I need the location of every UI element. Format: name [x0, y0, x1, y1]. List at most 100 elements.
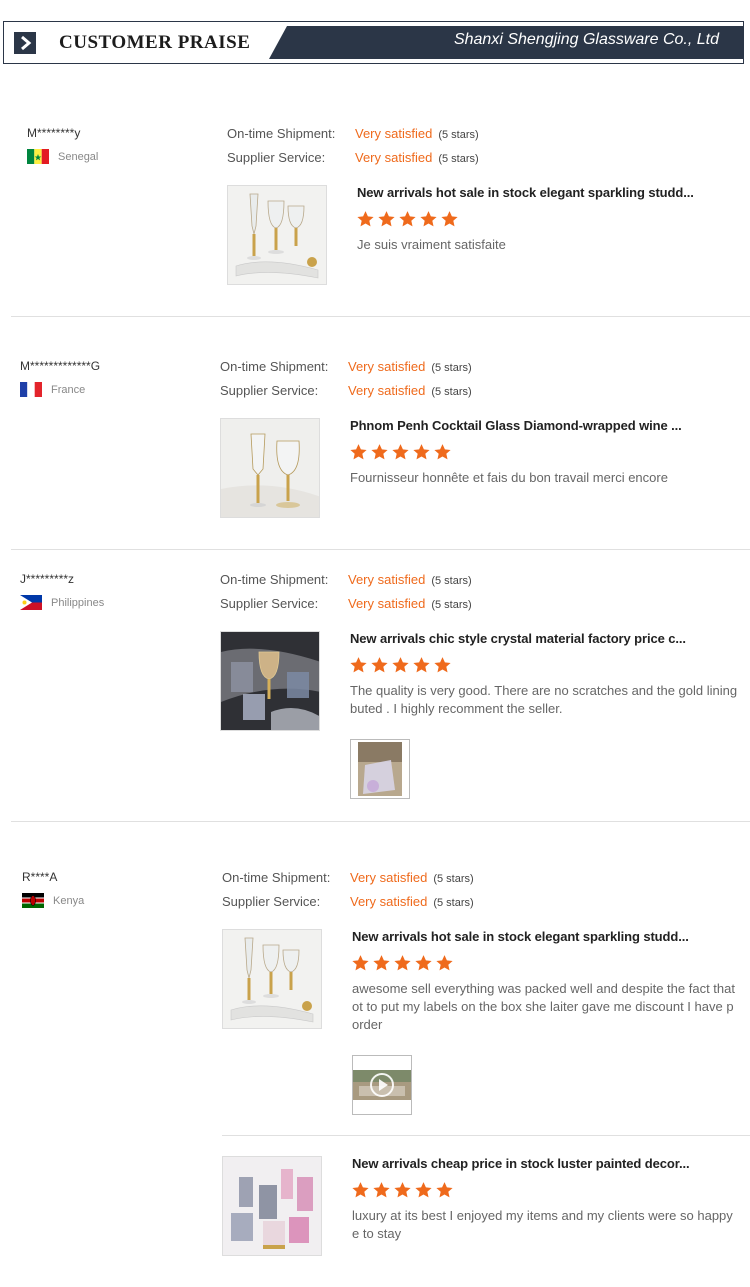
stars-note: (5 stars) — [431, 575, 472, 587]
service-rating: Supplier Service: Very satisfied (5 stars) — [222, 894, 474, 909]
star-icon — [373, 955, 390, 971]
review-comment: awesome sell everything was packed well … — [352, 980, 750, 1034]
service-value: Very satisfied — [348, 596, 426, 611]
service-label: Supplier Service: — [222, 894, 321, 909]
review-comment: Fournisseur honnête et fais du bon trava… — [350, 469, 750, 487]
shipment-rating: On-time Shipment: Very satisfied (5 stars) — [220, 359, 472, 374]
stars-note: (5 stars) — [433, 897, 474, 909]
star-icon — [434, 657, 451, 673]
star-rating — [356, 210, 459, 228]
star-icon — [357, 211, 374, 227]
product-title[interactable]: New arrivals cheap price in stock luster… — [352, 1156, 690, 1171]
star-icon — [352, 955, 369, 971]
country-name: France — [51, 383, 86, 396]
product-thumbnail[interactable] — [220, 418, 320, 518]
star-icon — [420, 211, 437, 227]
star-icon — [436, 955, 453, 971]
star-icon — [378, 211, 395, 227]
reviewer-name: J*********z — [20, 572, 75, 586]
service-label: Supplier Service: — [220, 383, 319, 398]
review-divider — [11, 316, 750, 317]
shipment-rating: On-time Shipment: Very satisfied (5 stars) — [222, 870, 474, 885]
section-title: CUSTOMER PRAISE — [59, 32, 251, 53]
country-name: Senegal — [58, 150, 99, 163]
senegal-flag-icon — [27, 149, 49, 164]
item-divider — [222, 1135, 750, 1136]
service-rating: Supplier Service: Very satisfied (5 stars) — [227, 150, 479, 165]
reviewer-name: M*************G — [20, 359, 101, 373]
stars-note: (5 stars) — [431, 599, 472, 611]
star-icon — [350, 657, 367, 673]
comment-line: Je suis vraiment satisfaite — [357, 237, 506, 252]
comment-line: Fournisseur honnête et fais du bon trava… — [350, 470, 668, 485]
star-icon — [436, 1182, 453, 1198]
comment-line: buted . I highly recomment the seller. — [350, 701, 563, 716]
company-name: Shanxi Shengjing Glassware Co., Ltd — [453, 31, 719, 48]
star-icon — [352, 1182, 369, 1198]
service-rating: Supplier Service: Very satisfied (5 stars) — [220, 383, 472, 398]
star-rating — [349, 443, 452, 461]
star-icon — [394, 1182, 411, 1198]
product-thumbnail[interactable] — [222, 1156, 322, 1256]
service-label: Supplier Service: — [220, 596, 319, 611]
comment-line: awesome sell everything was packed well … — [352, 981, 735, 996]
product-thumbnail[interactable] — [220, 631, 320, 731]
star-icon — [392, 444, 409, 460]
star-icon — [415, 955, 432, 971]
philippines-flag-icon — [20, 595, 42, 610]
review-video[interactable] — [352, 1055, 412, 1115]
shipment-value: Very satisfied — [350, 870, 428, 885]
star-icon — [415, 1182, 432, 1198]
star-icon — [434, 444, 451, 460]
product-title[interactable]: New arrivals chic style crystal material… — [350, 631, 686, 646]
service-rating: Supplier Service: Very satisfied (5 stars) — [220, 596, 472, 611]
comment-line: luxury at its best I enjoyed my items an… — [352, 1208, 733, 1223]
reviewer-country: Senegal — [27, 149, 98, 164]
star-icon — [441, 211, 458, 227]
shipment-label: On-time Shipment: — [220, 359, 329, 374]
kenya-flag-icon — [22, 893, 44, 908]
service-value: Very satisfied — [355, 150, 433, 165]
review-divider — [11, 821, 750, 822]
customer-praise-banner: CUSTOMER PRAISE Shanxi Shengjing Glasswa… — [3, 21, 744, 64]
country-name: Philippines — [51, 596, 105, 609]
reviewer-country: France — [20, 382, 85, 397]
stars-note: (5 stars) — [431, 386, 472, 398]
chevron-right-icon — [14, 32, 36, 54]
star-icon — [350, 444, 367, 460]
review-comment: The quality is very good. There are no s… — [350, 682, 750, 718]
review-comment: luxury at its best I enjoyed my items an… — [352, 1207, 750, 1243]
star-icon — [371, 444, 388, 460]
star-icon — [373, 1182, 390, 1198]
stars-note: (5 stars) — [438, 153, 479, 165]
shipment-label: On-time Shipment: — [222, 870, 331, 885]
star-icon — [413, 657, 430, 673]
reviewer-name: M********y — [27, 126, 81, 140]
reviewer-country: Kenya — [22, 893, 84, 908]
stars-note: (5 stars) — [433, 873, 474, 885]
product-thumbnail[interactable] — [227, 185, 327, 285]
comment-line: order — [352, 1017, 383, 1032]
service-label: Supplier Service: — [227, 150, 326, 165]
stars-note: (5 stars) — [431, 362, 472, 374]
stars-note: (5 stars) — [438, 129, 479, 141]
comment-line: The quality is very good. There are no s… — [350, 683, 738, 698]
service-value: Very satisfied — [348, 383, 426, 398]
shipment-rating: On-time Shipment: Very satisfied (5 stars) — [220, 572, 472, 587]
review-photo[interactable] — [350, 739, 410, 799]
star-icon — [399, 211, 416, 227]
product-title[interactable]: New arrivals hot sale in stock elegant s… — [352, 929, 689, 944]
shipment-value: Very satisfied — [348, 359, 426, 374]
review-divider — [11, 549, 750, 550]
star-icon — [413, 444, 430, 460]
shipment-value: Very satisfied — [355, 126, 433, 141]
product-thumbnail[interactable] — [222, 929, 322, 1029]
star-rating — [349, 656, 452, 674]
service-value: Very satisfied — [350, 894, 428, 909]
product-title[interactable]: Phnom Penh Cocktail Glass Diamond-wrappe… — [350, 418, 682, 433]
star-icon — [394, 955, 411, 971]
product-title[interactable]: New arrivals hot sale in stock elegant s… — [357, 185, 694, 200]
shipment-label: On-time Shipment: — [227, 126, 336, 141]
shipment-label: On-time Shipment: — [220, 572, 329, 587]
shipment-rating: On-time Shipment: Very satisfied (5 stars) — [227, 126, 479, 141]
